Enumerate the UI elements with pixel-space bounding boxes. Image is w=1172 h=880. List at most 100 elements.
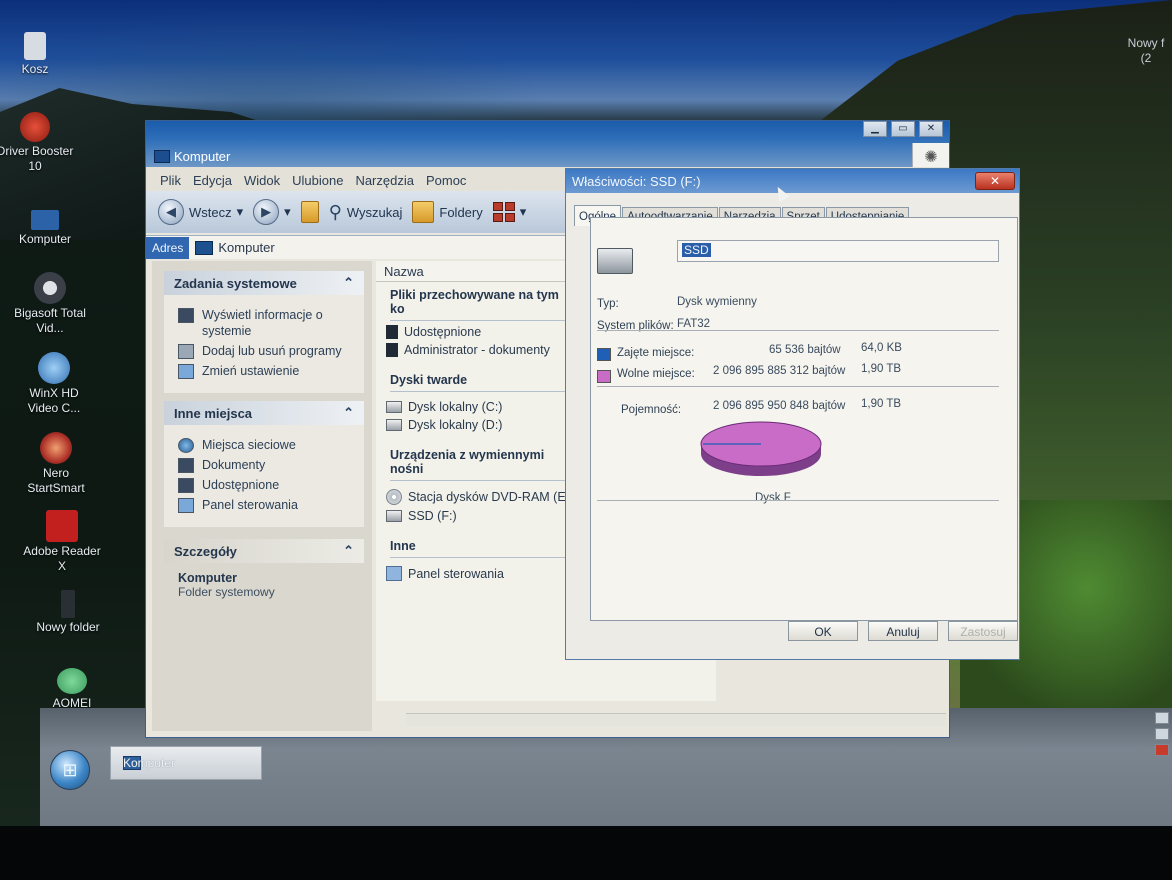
address-field[interactable]: Komputer bbox=[189, 240, 275, 255]
desktop-icon-label: Kosz bbox=[21, 62, 49, 76]
panel-title: Inne miejsca bbox=[174, 405, 253, 421]
place-control-panel[interactable]: Panel sterowania bbox=[178, 497, 358, 513]
address-value: Komputer bbox=[218, 240, 275, 255]
task-system-info[interactable]: Wyświetl informacje o systemie bbox=[178, 307, 358, 339]
explorer-title-text: Komputer bbox=[174, 149, 231, 164]
volume-icon[interactable] bbox=[1155, 744, 1169, 756]
up-folder-button[interactable] bbox=[300, 201, 319, 223]
ok-button[interactable]: OK bbox=[788, 621, 858, 641]
explorer-titlebar[interactable]: Komputer ▁ ▭ ✕ bbox=[146, 121, 949, 167]
menu-edycja[interactable]: Edycja bbox=[187, 167, 238, 191]
explorer-title: Komputer bbox=[154, 149, 230, 164]
collapse-chevron-icon[interactable]: ⌃ bbox=[343, 405, 354, 421]
folder-icon bbox=[61, 590, 75, 618]
panel-header[interactable]: Inne miejsca ⌃ bbox=[164, 401, 364, 425]
task-change-setting[interactable]: Zmień ustawienie bbox=[178, 363, 358, 379]
panel-header[interactable]: Szczegóły ⌃ bbox=[164, 539, 364, 563]
item-label: Dysk lokalny (C:) bbox=[408, 400, 503, 414]
disk-pie-svg bbox=[700, 421, 822, 476]
panel-header[interactable]: Zadania systemowe ⌃ bbox=[164, 271, 364, 295]
corner-label-line-2: (2 bbox=[1140, 51, 1152, 65]
back-button[interactable]: ◀ Wstecz ▾ bbox=[158, 199, 243, 225]
desktop-icon-winx[interactable]: WinX HD Video C... bbox=[14, 352, 94, 416]
item-label: Panel sterowania bbox=[408, 566, 504, 581]
drive-name-input[interactable]: SSD bbox=[677, 240, 999, 262]
folders-icon bbox=[412, 201, 435, 223]
desktop-icon-bigasoft[interactable]: Bigasoft Total Vid... bbox=[10, 272, 90, 336]
menu-narzedzia[interactable]: Narzędzia bbox=[349, 167, 420, 191]
desktop-icon-label: Komputer bbox=[18, 232, 72, 246]
capacity-label: Pojemność: bbox=[621, 404, 682, 416]
search-button[interactable]: ⚲ Wyszukaj bbox=[329, 202, 403, 223]
address-label: Adres bbox=[146, 236, 190, 259]
task-add-remove-programs[interactable]: Dodaj lub usuń programy bbox=[178, 343, 358, 359]
properties-dialog: Właściwości: SSD (F:) ✕ Ogólne Autoodtwa… bbox=[565, 168, 1020, 660]
documents-icon bbox=[178, 458, 194, 473]
drive-name-value: SSD bbox=[682, 243, 711, 257]
desktop-icon-adobe-reader[interactable]: Adobe Reader X bbox=[22, 510, 102, 574]
desktop-icon-new-folder[interactable]: Nowy folder bbox=[28, 590, 108, 635]
chevron-down-icon[interactable]: ▾ bbox=[520, 204, 527, 220]
desktop-icon-driver-booster[interactable]: Driver Booster 10 bbox=[0, 112, 75, 174]
details-name: Komputer bbox=[178, 571, 238, 585]
views-button[interactable]: ▾ bbox=[492, 202, 527, 222]
panel-body: Komputer Folder systemowy bbox=[164, 563, 364, 609]
chevron-down-icon[interactable]: ▾ bbox=[284, 204, 291, 220]
menu-pomoc[interactable]: Pomoc bbox=[420, 167, 472, 191]
task-label: Dodaj lub usuń programy bbox=[202, 344, 342, 358]
recycle-bin-icon bbox=[24, 32, 46, 60]
panel-details: Szczegóły ⌃ Komputer Folder systemowy bbox=[164, 539, 364, 609]
desktop-corner-label[interactable]: Nowy f (2 bbox=[1120, 36, 1172, 66]
dialog-titlebar[interactable]: Właściwości: SSD (F:) ✕ bbox=[566, 169, 1019, 193]
start-button[interactable]: ⊞ bbox=[50, 750, 90, 790]
chevron-down-icon[interactable]: ▾ bbox=[237, 204, 244, 220]
panel-title: Zadania systemowe bbox=[174, 275, 297, 291]
folders-button[interactable]: Foldery bbox=[412, 201, 483, 223]
up-folder-icon bbox=[300, 201, 319, 223]
menu-widok[interactable]: Widok bbox=[238, 167, 286, 191]
place-shared[interactable]: Udostępnione bbox=[178, 477, 358, 493]
collapse-chevron-icon[interactable]: ⌃ bbox=[343, 275, 354, 291]
minimize-button[interactable]: ▁ bbox=[863, 121, 887, 137]
bigasoft-icon bbox=[34, 272, 66, 304]
corner-label-line-1: Nowy f bbox=[1127, 36, 1165, 50]
forward-arrow-icon: ▶ bbox=[253, 199, 280, 225]
close-button[interactable]: ✕ bbox=[919, 121, 943, 137]
panel-body: Wyświetl informacje o systemie Dodaj lub… bbox=[164, 295, 364, 393]
panel-body: Miejsca sieciowe Dokumenty Udostępnione … bbox=[164, 425, 364, 527]
window-controls: ▁ ▭ ✕ bbox=[863, 121, 943, 137]
collapse-chevron-icon[interactable]: ⌃ bbox=[343, 543, 354, 559]
place-label: Miejsca sieciowe bbox=[202, 438, 296, 452]
desktop-icon-recycle-bin[interactable]: Kosz bbox=[0, 32, 75, 77]
back-label: Wstecz bbox=[189, 204, 232, 220]
apply-button[interactable]: Zastosuj bbox=[948, 621, 1018, 641]
nero-icon bbox=[40, 432, 72, 464]
horizontal-scrollbar[interactable] bbox=[406, 713, 946, 726]
place-documents[interactable]: Dokumenty bbox=[178, 457, 358, 473]
taskbar-item-komputer[interactable]: Komputer bbox=[110, 746, 262, 780]
cancel-button[interactable]: Anuluj bbox=[868, 621, 938, 641]
hard-drive-icon bbox=[386, 419, 402, 431]
menu-plik[interactable]: Plik bbox=[154, 167, 187, 191]
desktop-icon-nero[interactable]: Nero StartSmart bbox=[16, 432, 96, 496]
computer-icon bbox=[31, 210, 59, 230]
monitor-icon[interactable] bbox=[1155, 728, 1169, 740]
tab-panel-general: SSD Typ: Dysk wymienny System plików: FA… bbox=[590, 217, 1018, 621]
dialog-close-button[interactable]: ✕ bbox=[975, 172, 1015, 190]
aomei-icon bbox=[57, 668, 87, 694]
system-tray bbox=[1152, 712, 1172, 762]
place-network[interactable]: Miejsca sieciowe bbox=[178, 437, 358, 453]
desktop-icon-computer[interactable]: Komputer bbox=[5, 202, 85, 247]
shared-folder-icon bbox=[386, 325, 398, 339]
menu-ulubione[interactable]: Ulubione bbox=[286, 167, 349, 191]
taskbar-item-label: Komputer bbox=[123, 756, 176, 770]
forward-button[interactable]: ▶ ▾ bbox=[253, 199, 291, 225]
network-icon[interactable] bbox=[1155, 712, 1169, 724]
item-label: Dysk lokalny (D:) bbox=[408, 418, 503, 432]
windows-logo-icon: ⊞ bbox=[62, 760, 78, 780]
system-info-icon bbox=[178, 308, 194, 323]
group-header-stored-files: Pliki przechowywane na tym ko bbox=[390, 288, 570, 321]
maximize-button[interactable]: ▭ bbox=[891, 121, 915, 137]
removable-drive-icon bbox=[386, 510, 402, 522]
control-panel-icon bbox=[178, 498, 194, 513]
